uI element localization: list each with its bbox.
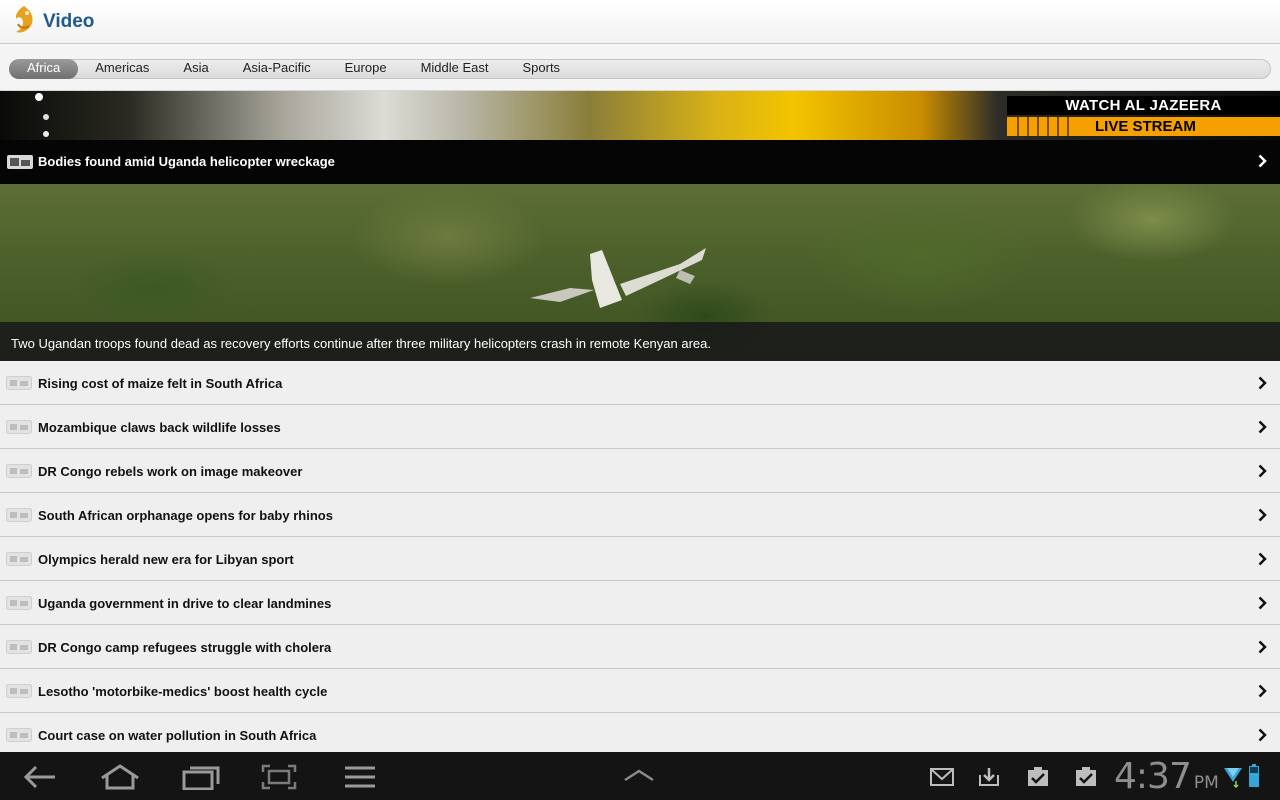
live-stream-text: LIVE STREAM — [1095, 118, 1196, 135]
menu-icon[interactable] — [344, 764, 376, 790]
list-item-title: Olympics herald new era for Libyan sport — [38, 552, 294, 567]
chevron-right-icon — [1258, 552, 1267, 566]
tab-sports[interactable]: Sports — [505, 59, 577, 79]
chevron-right-icon — [1258, 508, 1267, 522]
video-icon — [6, 508, 32, 522]
list-item[interactable]: DR Congo rebels work on image makeover — [0, 449, 1280, 493]
chevron-right-icon — [1258, 728, 1267, 742]
chevron-right-icon — [1258, 596, 1267, 610]
chevron-right-icon — [1258, 640, 1267, 654]
video-icon — [6, 552, 32, 566]
list-item-title: South African orphanage opens for baby r… — [38, 508, 333, 523]
chevron-right-icon — [1258, 420, 1267, 434]
featured-caption: Two Ugandan troops found dead as recover… — [0, 322, 1280, 361]
tab-asia[interactable]: Asia — [166, 59, 225, 79]
live-stream-button[interactable]: WATCH AL JAZEERA LIVE STREAM — [1007, 96, 1280, 138]
clock-time: 4:37 — [1114, 756, 1192, 797]
list-item-title: Lesotho 'motorbike-medics' boost health … — [38, 684, 328, 699]
video-icon — [6, 684, 32, 698]
banner-light-dots — [35, 93, 49, 137]
list-item-title: Uganda government in drive to clear land… — [38, 596, 332, 611]
video-icon — [6, 376, 32, 390]
recent-apps-icon[interactable] — [182, 764, 220, 790]
gmail-icon[interactable] — [930, 767, 954, 787]
list-item-title: Mozambique claws back wildlife losses — [38, 420, 281, 435]
list-item[interactable]: Rising cost of maize felt in South Afric… — [0, 361, 1280, 405]
list-item[interactable]: Olympics herald new era for Libyan sport — [0, 537, 1280, 581]
region-tab-bar: Africa Americas Asia Asia-Pacific Europe… — [0, 44, 1280, 91]
task-done-icon[interactable] — [1026, 767, 1050, 787]
al-jazeera-logo-icon[interactable] — [10, 4, 38, 40]
video-icon — [6, 596, 32, 610]
list-item[interactable]: Mozambique claws back wildlife losses — [0, 405, 1280, 449]
screenshot-icon[interactable] — [261, 764, 297, 790]
list-item-title: DR Congo camp refugees struggle with cho… — [38, 640, 332, 655]
chevron-up-icon[interactable] — [622, 768, 656, 784]
helicopter-wreckage-image — [530, 248, 706, 308]
tab-americas[interactable]: Americas — [78, 59, 166, 79]
task-done-icon[interactable] — [1074, 767, 1098, 787]
list-item-title: Rising cost of maize felt in South Afric… — [38, 376, 283, 391]
video-icon — [7, 155, 33, 169]
tab-europe[interactable]: Europe — [328, 59, 404, 79]
action-bar: Video — [0, 0, 1280, 44]
list-item[interactable]: Lesotho 'motorbike-medics' boost health … — [0, 669, 1280, 713]
back-icon[interactable] — [22, 764, 58, 790]
featured-title: Bodies found amid Uganda helicopter wrec… — [38, 154, 335, 169]
chevron-right-icon — [1258, 376, 1267, 390]
video-icon — [6, 420, 32, 434]
live-stream-label: LIVE STREAM — [1007, 117, 1280, 136]
list-item[interactable]: DR Congo camp refugees struggle with cho… — [0, 625, 1280, 669]
video-icon — [6, 464, 32, 478]
chevron-right-icon — [1258, 154, 1267, 168]
wifi-signal-icon — [1224, 768, 1242, 788]
download-icon[interactable] — [977, 767, 1001, 787]
list-item[interactable]: Court case on water pollution in South A… — [0, 713, 1280, 757]
video-list: Rising cost of maize felt in South Afric… — [0, 361, 1280, 757]
list-item[interactable]: South African orphanage opens for baby r… — [0, 493, 1280, 537]
featured-thumbnail[interactable]: Two Ugandan troops found dead as recover… — [0, 184, 1280, 361]
list-item-title: Court case on water pollution in South A… — [38, 728, 317, 743]
system-bar: 4:37 PM — [0, 752, 1280, 800]
tab-africa[interactable]: Africa — [9, 59, 79, 79]
list-item[interactable]: Uganda government in drive to clear land… — [0, 581, 1280, 625]
stripes-decoration — [1009, 117, 1069, 136]
list-item-title: DR Congo rebels work on image makeover — [38, 464, 303, 479]
region-tabs: Africa Americas Asia Asia-Pacific Europe… — [9, 59, 1271, 79]
video-icon — [6, 728, 32, 742]
home-icon[interactable] — [98, 764, 142, 790]
tab-asia-pacific[interactable]: Asia-Pacific — [226, 59, 328, 79]
chevron-right-icon — [1258, 684, 1267, 698]
featured-video-header[interactable]: Bodies found amid Uganda helicopter wrec… — [0, 140, 1280, 184]
battery-icon — [1249, 764, 1259, 787]
clock[interactable]: 4:37 PM — [1114, 756, 1219, 797]
page-title: Video — [43, 11, 95, 32]
watch-label: WATCH AL JAZEERA — [1007, 96, 1280, 115]
live-stream-banner[interactable]: WATCH AL JAZEERA LIVE STREAM — [0, 91, 1280, 140]
chevron-right-icon — [1258, 464, 1267, 478]
clock-ampm: PM — [1193, 773, 1219, 793]
tab-middle-east[interactable]: Middle East — [404, 59, 506, 79]
video-icon — [6, 640, 32, 654]
